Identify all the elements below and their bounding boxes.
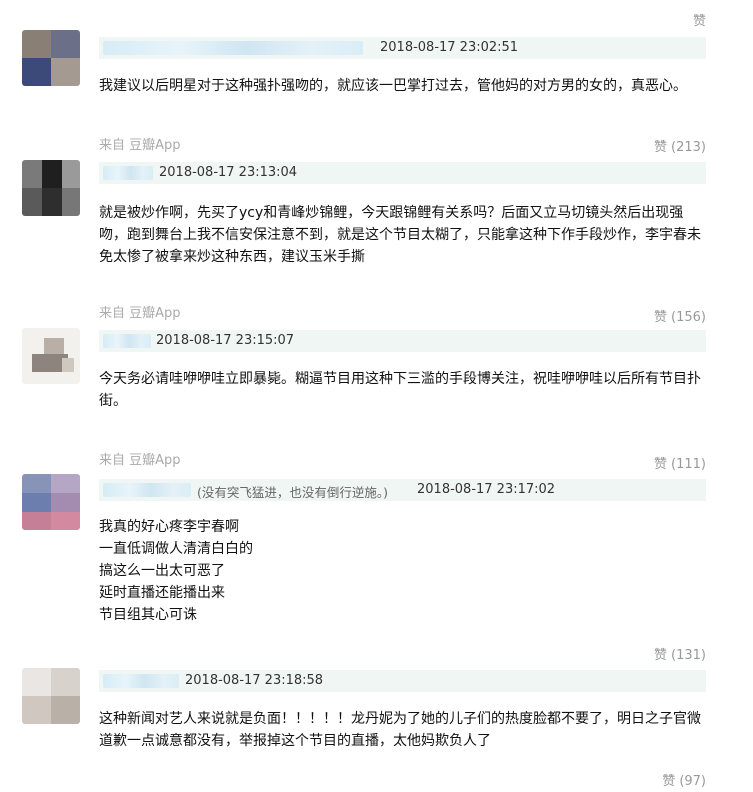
avatar[interactable] xyxy=(22,160,80,216)
like-label: 赞 xyxy=(692,14,706,29)
comment-header: (没有突飞猛进，也没有倒行逆施。) 2018-08-17 23:17:02 xyxy=(99,479,706,501)
comment-time: 2018-08-17 23:15:07 xyxy=(156,333,295,348)
like-label: 赞 xyxy=(654,140,668,155)
username[interactable] xyxy=(103,674,179,688)
top-like-button[interactable]: 赞 xyxy=(693,10,706,29)
comment-header: 2018-08-17 23:13:04 xyxy=(99,162,706,184)
avatar[interactable] xyxy=(22,30,80,86)
like-label: 赞 xyxy=(654,648,668,663)
like-button[interactable]: 赞 (156) xyxy=(654,306,706,325)
like-label: 赞 xyxy=(654,310,668,325)
comment-source: 来自 豆瓣App xyxy=(99,138,181,153)
username[interactable] xyxy=(103,483,191,497)
like-count: (97) xyxy=(679,774,706,789)
comment-text: 我真的好心疼李宇春啊 一直低调做人清清白白的 搞这么一出太可恶了 延时直播还能播… xyxy=(99,519,253,623)
like-button[interactable]: 赞 (213) xyxy=(654,136,706,155)
like-button[interactable]: 赞 (97) xyxy=(662,770,706,789)
user-motto: (没有突飞猛进，也没有倒行逆施。) xyxy=(197,485,389,500)
comment-header: 2018-08-17 23:15:07 xyxy=(99,330,706,352)
like-count: (131) xyxy=(671,648,706,663)
like-count: (213) xyxy=(671,140,706,155)
comment-header: 2018-08-17 23:02:51 xyxy=(99,37,706,59)
avatar[interactable] xyxy=(22,668,80,724)
avatar[interactable] xyxy=(22,474,80,530)
comment-text: 就是被炒作啊，先买了ycy和青峰炒锦鲤，今天跟锦鲤有关系吗？后面又立马切镜头然后… xyxy=(99,205,701,265)
avatar[interactable] xyxy=(22,328,80,384)
comment-text: 今天务必请哇咿咿哇立即暴毙。糊逼节目用这种下三滥的手段博关注，祝哇咿咿哇以后所有… xyxy=(99,371,701,409)
like-button[interactable]: 赞 (131) xyxy=(654,644,706,663)
like-button[interactable]: 赞 (111) xyxy=(654,453,706,472)
comment-time: 2018-08-17 23:17:02 xyxy=(417,482,556,497)
comment-header: 2018-08-17 23:18:58 xyxy=(99,670,706,692)
like-count: (111) xyxy=(671,457,706,472)
username[interactable] xyxy=(103,166,153,180)
username[interactable] xyxy=(103,41,363,55)
comment-source: 来自 豆瓣App xyxy=(99,306,181,321)
comment-time: 2018-08-17 23:02:51 xyxy=(380,40,519,55)
username[interactable] xyxy=(103,334,151,348)
comment-text: 我建议以后明星对于这种强扑强吻的，就应该一巴掌打过去，管他妈的对方男的女的，真恶… xyxy=(99,78,687,94)
comment-source: 来自 豆瓣App xyxy=(99,453,181,468)
comment-text: 这种新闻对艺人来说就是负面！！！！！龙丹妮为了她的儿子们的热度脸都不要了，明日之… xyxy=(99,711,701,749)
comment-time: 2018-08-17 23:18:58 xyxy=(185,673,324,688)
like-label: 赞 xyxy=(654,457,668,472)
like-label: 赞 xyxy=(662,774,676,789)
comment-time: 2018-08-17 23:13:04 xyxy=(159,165,298,180)
like-count: (156) xyxy=(671,310,706,325)
